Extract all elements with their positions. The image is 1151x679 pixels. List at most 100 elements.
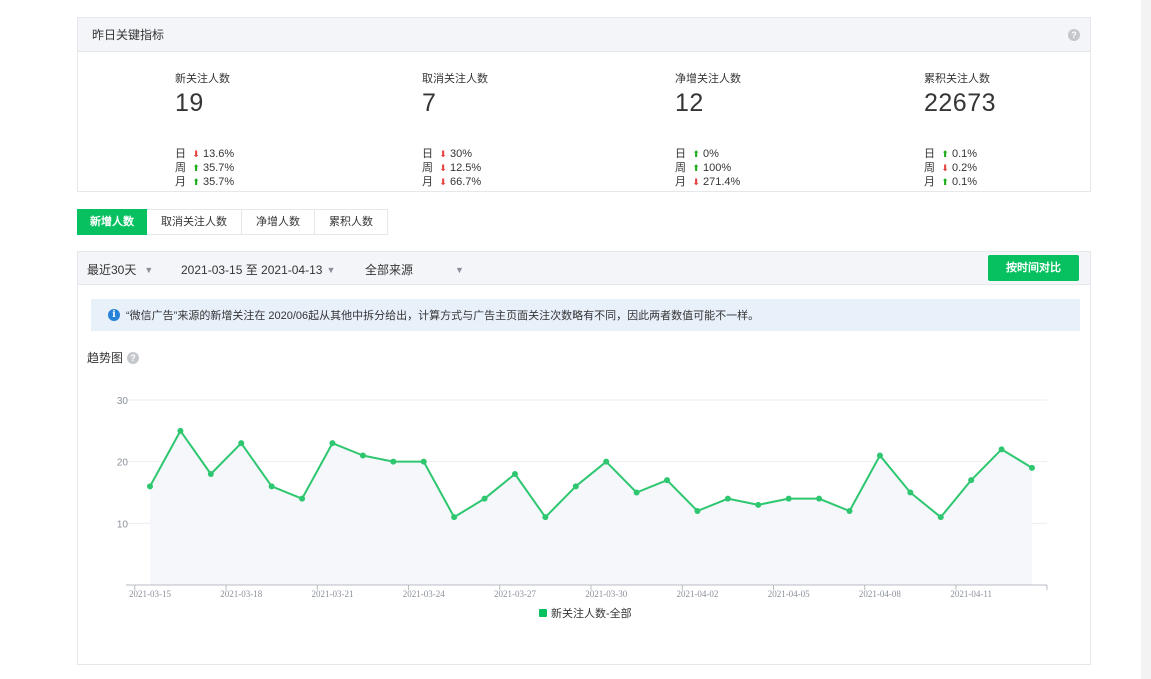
help-icon[interactable]: ? (1068, 28, 1080, 41)
metric-value: 7 (422, 89, 437, 117)
arrow-up-icon: ⬆ (692, 163, 700, 173)
data-point[interactable] (816, 495, 823, 502)
data-point[interactable] (572, 483, 579, 490)
arrow-up-icon: ⬆ (692, 149, 700, 159)
data-point[interactable] (694, 508, 701, 514)
change-percent: 271.4% (703, 176, 741, 188)
metric-label: 净增关注人数 (675, 73, 741, 85)
data-point[interactable] (481, 495, 488, 502)
metric-change-row: 周 ⬇ 12.5% (422, 161, 481, 175)
change-percent: 12.5% (450, 162, 482, 174)
data-point[interactable] (177, 427, 184, 434)
data-point[interactable] (299, 495, 306, 502)
metric-changes: 日 ⬇ 13.6% 周 ⬆ 35.7% 月 ⬆ 35.7% (175, 147, 234, 189)
data-point[interactable] (451, 514, 458, 521)
metric-value: 22673 (924, 89, 997, 117)
metric-change-row: 周 ⬆ 100% (675, 161, 740, 175)
x-tick-label: 2021-04-11 (950, 589, 992, 599)
period-label: 周 (675, 162, 686, 174)
metric-change-row: 日 ⬇ 13.6% (175, 147, 234, 161)
change-percent: 0% (703, 148, 719, 160)
x-tick-label: 2021-04-08 (859, 589, 901, 599)
metric-value: 12 (675, 89, 704, 117)
data-point[interactable] (664, 477, 671, 484)
arrow-down-icon: ⬇ (692, 177, 700, 187)
x-tick-label: 2021-04-05 (768, 589, 810, 599)
data-point[interactable] (785, 495, 792, 502)
data-point[interactable] (968, 477, 975, 484)
x-tick-label: 2021-03-21 (311, 589, 353, 599)
change-percent: 13.6% (203, 148, 235, 160)
data-point[interactable] (846, 508, 853, 514)
trend-chart: 10 20 30 2021-03-15 2021-03-18 2021-03-21 2021… (117, 396, 1048, 620)
data-point[interactable] (876, 452, 883, 459)
period-label: 日 (422, 148, 433, 160)
tab-new-users[interactable]: 新增人数 (77, 209, 147, 235)
period-label: 月 (175, 176, 186, 188)
data-point[interactable] (755, 501, 762, 508)
data-point[interactable] (268, 483, 275, 490)
x-tick-label: 2021-03-30 (585, 589, 627, 599)
change-percent: 35.7% (203, 162, 235, 174)
data-point[interactable] (207, 471, 214, 477)
data-point[interactable] (420, 458, 427, 465)
metric-tabs: 新增人数 取消关注人数 净增人数 累积人数 (77, 209, 388, 235)
data-point[interactable] (724, 495, 731, 502)
x-tick-label: 2021-03-24 (403, 589, 445, 599)
key-metrics-header: 昨日关键指标 ? (78, 18, 1090, 52)
change-percent: 0.1% (952, 148, 978, 160)
data-point[interactable] (937, 514, 944, 521)
legend-swatch[interactable] (539, 609, 547, 617)
metric-label: 累积关注人数 (924, 73, 990, 85)
metric-changes: 日 ⬇ 30% 周 ⬇ 12.5% 月 ⬇ 66.7% (422, 147, 481, 189)
y-tick-label: 10 (117, 519, 129, 530)
data-point[interactable] (147, 483, 153, 490)
key-metrics-card: 昨日关键指标 ? 新关注人数 19 日 ⬇ 13.6% 周 ⬆ 35.7% 月 ⬆ 35.7% … (77, 17, 1091, 192)
data-point[interactable] (998, 446, 1005, 453)
scrollbar-track[interactable] (1141, 0, 1151, 679)
data-point[interactable] (238, 440, 245, 447)
period-label: 周 (175, 162, 186, 174)
data-point[interactable] (511, 471, 518, 477)
arrow-up-icon: ⬆ (192, 163, 200, 173)
arrow-up-icon: ⬆ (941, 177, 949, 187)
metric-change-row: 月 ⬇ 271.4% (675, 175, 740, 189)
arrow-down-icon: ⬇ (439, 149, 447, 159)
metric-change-row: 日 ⬆ 0% (675, 147, 740, 161)
data-point[interactable] (907, 489, 914, 496)
metric-change-row: 周 ⬇ 0.2% (924, 161, 977, 175)
metric-change-row: 周 ⬆ 35.7% (175, 161, 234, 175)
data-point[interactable] (633, 489, 640, 496)
tab-net-users[interactable]: 净增人数 (242, 209, 315, 235)
change-percent: 66.7% (450, 176, 482, 188)
metric-change-row: 日 ⬇ 30% (422, 147, 481, 161)
metric-label: 取消关注人数 (422, 73, 488, 85)
period-label: 月 (924, 176, 935, 188)
change-percent: 100% (703, 162, 732, 174)
legend-label[interactable]: 新关注人数-全部 (551, 606, 632, 620)
data-point[interactable] (359, 452, 366, 459)
x-tick-label: 2021-03-18 (220, 589, 262, 599)
tab-total-users[interactable]: 累积人数 (315, 209, 388, 235)
metric-change-row: 月 ⬆ 35.7% (175, 175, 234, 189)
metric-value: 19 (175, 89, 204, 117)
period-label: 月 (675, 176, 686, 188)
data-point[interactable] (329, 440, 336, 447)
arrow-down-icon: ⬇ (941, 163, 949, 173)
tab-unfollow-users[interactable]: 取消关注人数 (147, 209, 242, 235)
data-point[interactable] (542, 514, 549, 521)
data-point[interactable] (603, 458, 610, 465)
arrow-down-icon: ⬇ (192, 149, 200, 159)
metric-changes: 日 ⬆ 0.1% 周 ⬇ 0.2% 月 ⬆ 0.1% (924, 147, 977, 189)
period-label: 周 (422, 162, 433, 174)
series-area (150, 430, 1032, 585)
arrow-up-icon: ⬆ (941, 149, 949, 159)
data-point[interactable] (1029, 464, 1035, 471)
change-percent: 0.1% (952, 176, 978, 188)
data-point[interactable] (390, 458, 397, 465)
y-tick-label: 20 (117, 458, 129, 469)
metric-label: 新关注人数 (175, 73, 230, 85)
period-label: 月 (422, 176, 433, 188)
period-label: 日 (924, 148, 935, 160)
period-label: 周 (924, 162, 935, 174)
